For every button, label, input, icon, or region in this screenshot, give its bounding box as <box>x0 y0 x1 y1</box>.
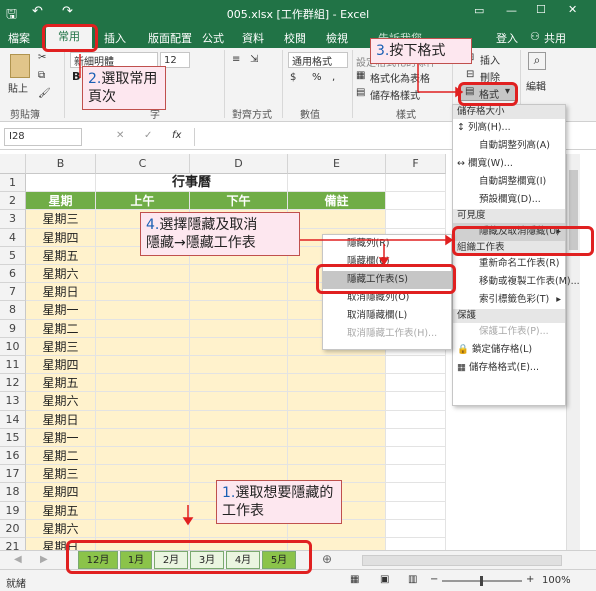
grid-cell[interactable]: 行事曆 <box>96 174 288 193</box>
callout-step2: 2.選取常用頁次 <box>82 66 166 110</box>
callout-step1: 1.選取想要隱藏的工作表 <box>216 480 342 524</box>
callout-step4: 4.選擇隱藏及取消 隱藏→隱藏工作表 <box>140 212 300 256</box>
callout-step3: 3.按下格式 <box>370 38 472 64</box>
